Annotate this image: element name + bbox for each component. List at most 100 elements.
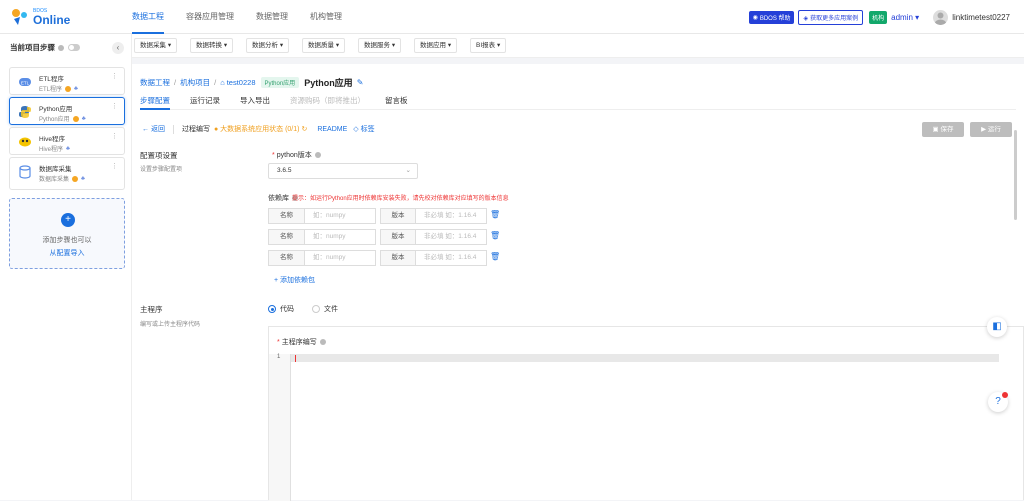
menu-data-quality[interactable]: 数据质量 ▾ (302, 38, 346, 53)
run-button[interactable]: ▶ 运行 (970, 122, 1012, 137)
breadcrumb: 数据工程 / 机构项目 / ⌂ test0228 Python应用 Python应用 … (140, 77, 364, 88)
status-dot (65, 85, 72, 92)
chevron-down-icon: ⌄ (405, 167, 411, 174)
tab-step-config[interactable]: 步骤配置 (140, 92, 170, 110)
trash-icon[interactable]: 🗑 (490, 231, 500, 240)
menu-data-collect[interactable]: 数据采集 ▾ (134, 38, 178, 53)
collapse-sidebar-button[interactable]: ‹ (112, 42, 124, 54)
editor-label: * 主程序编写 (277, 337, 326, 347)
name-col-label: 名称 (268, 208, 305, 224)
scrollbar[interactable] (1014, 130, 1017, 220)
menu-data-service[interactable]: 数据服务 ▾ (358, 38, 402, 53)
hive-icon (18, 135, 32, 149)
add-dependency-link[interactable]: + 添加依赖包 (274, 275, 315, 285)
step-title: ETL程序 (39, 76, 64, 83)
more-icon[interactable]: ⋮ (111, 102, 118, 110)
crumb-project[interactable]: test0228 (227, 78, 256, 87)
more-icon[interactable]: ⋮ (111, 132, 118, 140)
menu-label: 数据转换 (196, 42, 222, 49)
layout-icon: ◧ (992, 321, 1002, 332)
python-version-text: python版本 (276, 152, 312, 159)
org-switcher[interactable]: admin ▾ (891, 13, 919, 22)
help-icon (314, 152, 321, 159)
tab-message-board[interactable]: 留言板 (385, 92, 408, 109)
divider (172, 124, 174, 134)
save-button[interactable]: ▣ 保存 (922, 122, 964, 137)
radio-file-label: 文件 (324, 306, 338, 313)
nav-data-management[interactable]: 数据管理 (256, 0, 288, 34)
nav-org-management[interactable]: 机构管理 (310, 0, 342, 34)
dep-name-input[interactable]: 如：numpy (304, 250, 376, 266)
crumb-org-project[interactable]: 机构项目 (180, 77, 210, 88)
sidebar-title: 当前项目步骤 (10, 43, 55, 52)
add-step-area[interactable]: + 添加步骤也可以 从配置导入 (9, 198, 125, 269)
avatar[interactable] (933, 9, 949, 25)
line-number: 1 (277, 354, 281, 360)
user-icon: ♣ (81, 175, 85, 182)
status-text: 大数据系统应用状态 (0/1) (220, 126, 300, 133)
step-etl[interactable]: ETL ETL程序 ETL程序 ♣ ⋮ (9, 67, 125, 95)
menu-data-app[interactable]: 数据应用 ▾ (414, 38, 458, 53)
edit-icon[interactable]: ✎ (357, 78, 364, 87)
dep-label-text: 依赖库 (268, 195, 289, 202)
user-icon: ♣ (74, 85, 78, 92)
more-icon[interactable]: ⋮ (111, 72, 118, 80)
menu-bi-report[interactable]: BI报表 ▾ (470, 38, 507, 53)
readme-link[interactable]: README (317, 126, 347, 133)
tab-import-export[interactable]: 导入导出 (240, 92, 270, 109)
radio-file[interactable]: 文件 (312, 304, 338, 314)
logo[interactable]: BDOS Online (10, 7, 70, 27)
step-python[interactable]: Python应用 Python应用 ♣ ⋮ (9, 97, 125, 125)
radio-code[interactable]: 代码 (268, 304, 294, 314)
step-subtitle: Hive程序 (39, 147, 64, 153)
menu-label: 数据采集 (140, 42, 166, 49)
menu-label: 数据质量 (308, 42, 334, 49)
menu-data-analysis[interactable]: 数据分析 ▾ (246, 38, 290, 53)
version-col-label: 版本 (380, 229, 416, 245)
steps-toggle[interactable] (68, 44, 80, 51)
refresh-icon[interactable]: ↻ (301, 126, 307, 133)
username[interactable]: linktimetest0227 (952, 13, 1010, 22)
help-float-button[interactable]: ? (988, 392, 1008, 412)
dep-name-input[interactable]: 如：numpy (304, 229, 376, 245)
back-link[interactable]: ← 返回 (142, 124, 165, 134)
dep-version-input[interactable]: 非必填 如：1.16.4 (415, 229, 487, 245)
trash-icon[interactable]: 🗑 (490, 252, 500, 261)
dep-name-input[interactable]: 如：numpy (304, 208, 376, 224)
question-icon: ? (995, 396, 1001, 407)
version-col-label: 版本 (380, 250, 416, 266)
step-db-collect[interactable]: 数据库采集 数据库采集 ♣ ⋮ (9, 157, 125, 190)
version-col-label: 版本 (380, 208, 416, 224)
step-subtitle: Python应用 (39, 117, 70, 123)
python-icon (18, 105, 32, 119)
tab-run-records[interactable]: 运行记录 (190, 92, 220, 109)
add-step-text: 添加步骤也可以 (42, 237, 92, 244)
active-line[interactable] (291, 354, 999, 362)
python-version-select[interactable]: 3.6.5 ⌄ (268, 163, 418, 179)
system-status[interactable]: ● 大数据系统应用状态 (0/1) ↻ (214, 124, 307, 134)
tab-resource: 资源购码（即将推出） (290, 96, 365, 105)
svg-text:ETL: ETL (21, 81, 30, 86)
add-step-button[interactable]: + (61, 213, 75, 227)
step-hive[interactable]: Hive程序 Hive程序 ♣ ⋮ (9, 127, 125, 155)
dep-version-input[interactable]: 非必填 如：1.16.4 (415, 250, 487, 266)
cases-label: 获取更多应用案例 (810, 15, 859, 22)
help-button[interactable]: ◉ BDOS 帮助 (748, 10, 795, 24)
tag-link[interactable]: ◇ 标签 (353, 124, 374, 134)
step-title: Hive程序 (39, 136, 66, 143)
dep-version-input[interactable]: 非必填 如：1.16.4 (415, 208, 487, 224)
nav-data-engineering[interactable]: 数据工程 (132, 0, 164, 34)
menu-label: 数据应用 (420, 42, 446, 49)
nav-container-apps[interactable]: 容器应用管理 (186, 0, 234, 34)
steps-sidebar: 当前项目步骤 ‹ ETL ETL程序 ETL程序 ♣ ⋮ Python应用 Pyt… (0, 34, 132, 500)
process-label: 过程编写 (181, 126, 210, 133)
cases-button[interactable]: ◈ 获取更多应用案例 (798, 9, 864, 25)
more-icon[interactable]: ⋮ (111, 162, 118, 170)
menu-label: BI报表 (476, 42, 496, 49)
back-label: 返回 (150, 126, 165, 133)
crumb-data-engineering[interactable]: 数据工程 (140, 77, 170, 88)
menu-data-transform[interactable]: 数据转换 ▾ (190, 38, 234, 53)
import-config-link[interactable]: 从配置导入 (10, 248, 124, 258)
layout-panel-button[interactable]: ◧ (987, 317, 1007, 337)
trash-icon[interactable]: 🗑 (490, 210, 500, 219)
